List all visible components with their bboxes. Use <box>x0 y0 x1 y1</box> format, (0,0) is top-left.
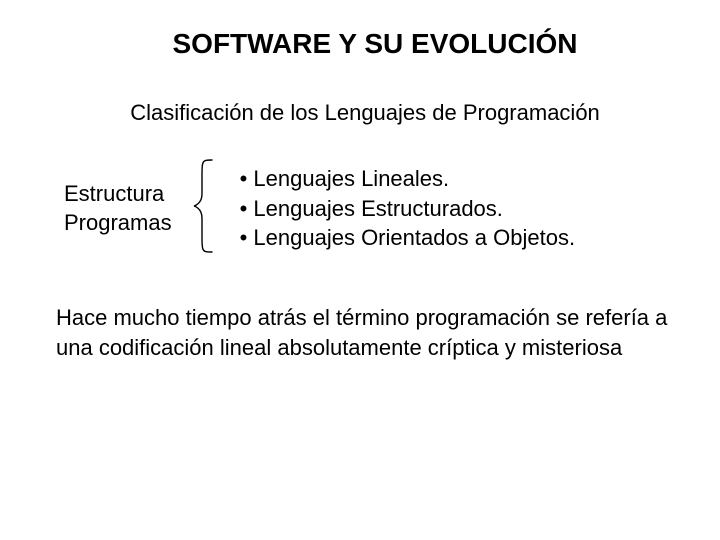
body-paragraph: Hace mucho tiempo atrás el término progr… <box>0 259 720 362</box>
bullet-item-3: Lenguajes Orientados a Objetos. <box>240 223 575 253</box>
bullet-item-2: Lenguajes Estructurados. <box>240 194 575 224</box>
left-label-line1: Estructura <box>64 180 172 209</box>
classification-row: Estructura Programas Lenguajes Lineales.… <box>0 126 720 259</box>
page-title: SOFTWARE Y SU EVOLUCIÓN <box>0 0 720 60</box>
bullet-list: Lenguajes Lineales. Lenguajes Estructura… <box>218 164 575 253</box>
left-label-line2: Programas <box>64 209 172 238</box>
left-label: Estructura Programas <box>64 180 190 237</box>
brace-icon <box>190 158 218 259</box>
subtitle: Clasificación de los Lenguajes de Progra… <box>0 60 720 126</box>
bullet-item-1: Lenguajes Lineales. <box>240 164 575 194</box>
